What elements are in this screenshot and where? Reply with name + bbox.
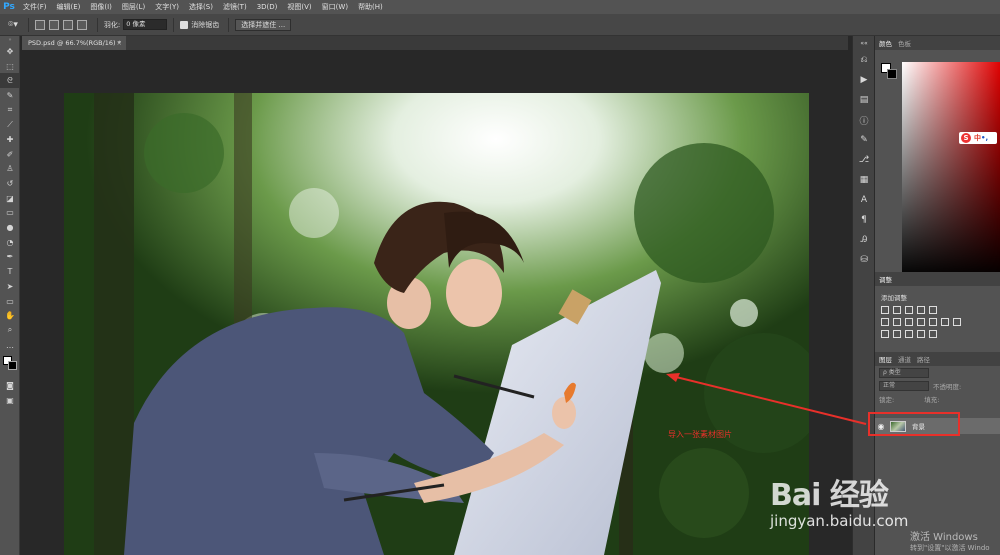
watermark-main: Bai 经验 [770,478,889,513]
windows-activation-title: 激活 Windows [910,532,978,543]
annotation-highlight-box [868,412,960,436]
annotation-text: 导入一张素材图片 [668,430,732,439]
watermark-url: jingyan.baidu.com [770,512,909,530]
windows-activation-hint: 转到"设置"以激活 Windo [910,544,990,552]
